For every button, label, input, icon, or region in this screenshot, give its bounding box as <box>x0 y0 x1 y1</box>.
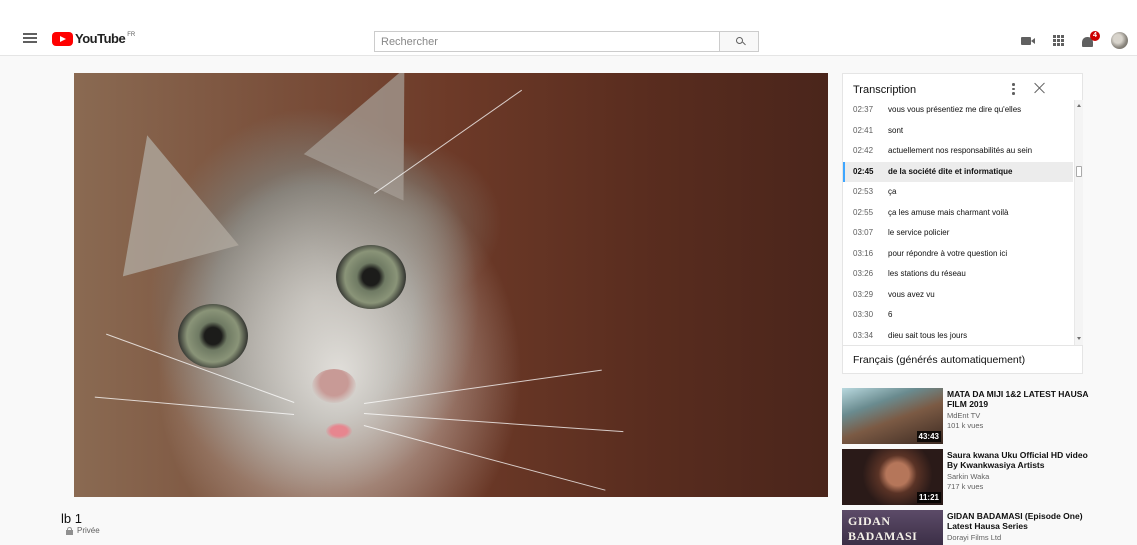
timestamp: 02:41 <box>853 125 874 135</box>
scrollbar-thumb[interactable] <box>1076 166 1082 177</box>
transcript-row[interactable]: 03:29 vous avez vu <box>843 285 1073 306</box>
transcript-panel: Transcription 02:37 vous vous présentiez … <box>842 73 1083 374</box>
account-avatar[interactable] <box>1111 32 1128 49</box>
view-count: 101 k vues <box>947 421 984 430</box>
privacy-status: Privée <box>77 526 100 535</box>
scroll-down-arrow-icon[interactable] <box>1077 337 1081 340</box>
transcript-row[interactable]: 03:16 pour répondre à votre question ici <box>843 244 1073 265</box>
timestamp: 02:37 <box>853 105 874 114</box>
close-icon[interactable] <box>1034 82 1046 94</box>
timestamp: 02:45 <box>853 166 874 176</box>
timestamp: 03:30 <box>853 310 874 319</box>
transcript-language-selector[interactable]: Français (générés automatiquement) <box>843 345 1082 374</box>
recommended-video[interactable]: 43:43 MATA DA MIJI 1&2 LATEST HAUSA FILM… <box>842 388 1102 446</box>
logo-text: YouTube <box>75 31 126 46</box>
video-title[interactable]: MATA DA MIJI 1&2 LATEST HAUSA FILM 2019 <box>947 389 1097 409</box>
search-button[interactable] <box>719 31 759 52</box>
youtube-watch-page: YouTube FR Rechercher 4 lb 1 Privée Tran… <box>0 0 1137 545</box>
channel-name[interactable]: Dorayi Films Ltd <box>947 533 1001 542</box>
caption-text: de la société dite et informatique <box>888 166 1013 176</box>
transcript-row[interactable]: 03:30 6 <box>843 305 1073 326</box>
recommended-video[interactable]: 11:21 Saura kwana Uku Official HD video … <box>842 449 1102 507</box>
timestamp: 03:29 <box>853 289 874 299</box>
search-input[interactable]: Rechercher <box>374 31 719 52</box>
hamburger-menu-icon[interactable] <box>23 33 37 43</box>
transcript-row[interactable]: 02:55 ça les amuse mais charmant voilà <box>843 203 1073 224</box>
logo-country-code: FR <box>127 32 136 38</box>
apps-grid-icon[interactable] <box>1053 35 1064 46</box>
transcript-row[interactable]: 02:37 vous vous présentiez me dire qu'ell… <box>843 100 1073 121</box>
caption-text: ça les amuse mais charmant voilà <box>888 207 1009 217</box>
timestamp: 02:55 <box>853 207 874 217</box>
timestamp: 02:53 <box>853 187 874 196</box>
caption-text: dieu sait tous les jours <box>888 330 968 340</box>
video-duration: 11:21 <box>916 492 941 503</box>
video-thumbnail[interactable]: 43:43 <box>842 388 943 444</box>
video-duration: 43:43 <box>916 431 941 442</box>
caption-text: le service policier <box>888 228 950 237</box>
transcript-row[interactable]: 03:34 dieu sait tous les jours <box>843 326 1073 346</box>
video-title[interactable]: Saura kwana Uku Official HD video By Kwa… <box>947 450 1097 470</box>
video-thumbnail[interactable]: 11:21 <box>842 449 943 505</box>
timestamp: 03:16 <box>853 248 874 258</box>
lock-icon <box>66 527 73 535</box>
kitten-image <box>89 119 239 277</box>
top-bar: YouTube FR Rechercher 4 <box>0 0 1137 56</box>
notification-count-badge: 4 <box>1090 31 1100 41</box>
caption-text: ça <box>888 187 897 196</box>
video-player[interactable] <box>74 73 828 497</box>
timestamp: 03:34 <box>853 330 874 340</box>
transcript-list: 02:37 vous vous présentiez me dire qu'ell… <box>843 100 1073 345</box>
transcript-title: Transcription <box>853 84 917 96</box>
create-video-icon[interactable] <box>1021 37 1035 45</box>
view-count: 717 k vues <box>947 482 984 491</box>
caption-text: sont <box>888 125 904 135</box>
youtube-play-icon <box>52 32 73 46</box>
transcript-row[interactable]: 02:42 actuellement nos responsabilités au… <box>843 141 1073 162</box>
transcript-row[interactable]: 03:07 le service policier <box>843 223 1073 244</box>
transcript-row-active[interactable]: 02:45 de la société dite et informatique <box>843 161 1073 182</box>
more-options-icon[interactable] <box>1012 83 1015 95</box>
timestamp: 03:26 <box>853 269 874 278</box>
caption-text: les stations du réseau <box>888 269 966 278</box>
thumbnail-text: GIDAN BADAMASI <box>848 514 918 543</box>
timestamp: 03:07 <box>853 228 874 237</box>
channel-name[interactable]: MdEnt TV <box>947 411 980 420</box>
channel-name[interactable]: Sarkin Waka <box>947 472 989 481</box>
youtube-logo[interactable]: YouTube FR <box>52 31 135 47</box>
transcript-row[interactable]: 03:26 les stations du réseau <box>843 264 1073 285</box>
scroll-up-arrow-icon[interactable] <box>1077 104 1081 107</box>
transcript-row[interactable]: 02:53 ça <box>843 182 1073 203</box>
transcript-scrollbar[interactable] <box>1074 100 1083 345</box>
caption-text: pour répondre à votre question ici <box>888 248 1008 258</box>
recommended-video[interactable]: GIDAN BADAMASI GIDAN BADAMASI (Episode O… <box>842 510 1102 545</box>
timestamp: 02:42 <box>853 146 874 155</box>
transcript-row[interactable]: 02:41 sont <box>843 121 1073 142</box>
caption-text: actuellement nos responsabilités au sein <box>888 146 1033 155</box>
caption-text: 6 <box>888 310 893 319</box>
video-thumbnail[interactable]: GIDAN BADAMASI <box>842 510 943 545</box>
caption-text: vous vous présentiez me dire qu'elles <box>888 105 1022 114</box>
caption-text: vous avez vu <box>888 289 935 299</box>
video-title[interactable]: GIDAN BADAMASI (Episode One) Latest Haus… <box>947 511 1097 531</box>
video-title: lb 1 <box>61 511 82 526</box>
